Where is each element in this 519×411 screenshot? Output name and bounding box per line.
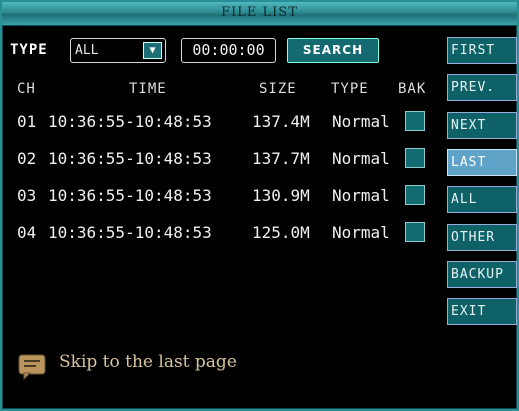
row-time-range: 10:36:55-10:48:53 [48, 149, 212, 168]
row-size: 137.7M [252, 149, 310, 168]
column-header-type: TYPE [331, 81, 369, 97]
row-time-range: 10:36:55-10:48:53 [48, 112, 212, 131]
row-type: Normal [332, 112, 390, 131]
backup-checkbox[interactable] [405, 148, 425, 168]
row-size: 137.4M [252, 112, 310, 131]
column-header-ch: CH [17, 81, 36, 97]
column-header-time: TIME [129, 81, 167, 97]
search-button[interactable]: SEARCH [287, 38, 379, 63]
backup-checkbox[interactable] [405, 222, 425, 242]
other-button[interactable]: OTHER [447, 224, 517, 251]
prev-page-button[interactable]: PREV. [447, 74, 517, 101]
next-page-button[interactable]: NEXT [447, 112, 517, 139]
row-time-range: 10:36:55-10:48:53 [48, 223, 212, 242]
type-filter-label: TYPE [10, 42, 48, 58]
exit-button[interactable]: EXIT [447, 298, 517, 325]
column-header-bak: BAK [398, 81, 427, 97]
row-type: Normal [332, 149, 390, 168]
row-channel: 01 [17, 112, 37, 131]
row-channel: 03 [17, 186, 37, 205]
chevron-down-icon[interactable]: ▼ [143, 42, 162, 59]
backup-button[interactable]: BACKUP [447, 261, 517, 288]
title-bar: FILE LIST [2, 2, 517, 26]
row-size: 130.9M [252, 186, 310, 205]
row-size: 125.0M [252, 223, 310, 242]
time-input[interactable]: 00:00:00 [181, 38, 276, 63]
row-type: Normal [332, 223, 390, 242]
select-all-button[interactable]: ALL [447, 186, 517, 213]
first-page-button[interactable]: FIRST [447, 37, 517, 64]
backup-checkbox[interactable] [405, 111, 425, 131]
row-channel: 04 [17, 223, 37, 242]
type-filter-value: ALL [75, 43, 99, 58]
file-list-window: FILE LIST TYPE ALL ▼ 00:00:00 SEARCH CH … [0, 0, 519, 411]
row-channel: 02 [17, 149, 37, 168]
row-type: Normal [332, 186, 390, 205]
hint-text: Skip to the last page [59, 352, 237, 372]
type-filter-select[interactable]: ALL ▼ [70, 38, 166, 63]
window-title: FILE LIST [221, 5, 298, 20]
last-page-button[interactable]: LAST [447, 149, 517, 176]
speech-bubble-icon [18, 354, 46, 381]
column-header-size: SIZE [259, 81, 297, 97]
row-time-range: 10:36:55-10:48:53 [48, 186, 212, 205]
backup-checkbox[interactable] [405, 185, 425, 205]
